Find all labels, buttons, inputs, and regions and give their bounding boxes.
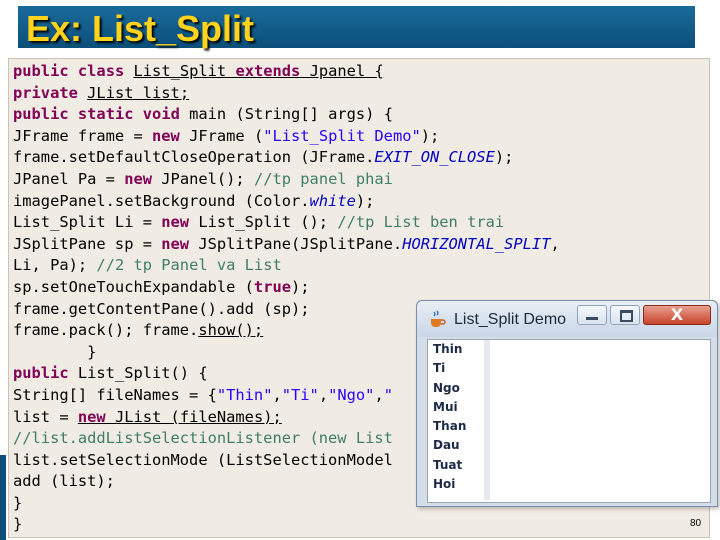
minimize-icon: [586, 317, 598, 320]
code-line-9: JSplitPane sp = new JSplitPane(JSplitPan…: [13, 234, 560, 253]
demo-split-pane: Thin Ti Ngo Mui Than Dau Tuat Hoi: [427, 339, 711, 503]
list-item[interactable]: Thin: [428, 340, 484, 359]
list-item[interactable]: Ngo: [428, 379, 484, 398]
code-line-10: Li, Pa); //2 tp Panel va List: [13, 256, 282, 275]
minimize-button[interactable]: [577, 305, 607, 325]
list-item[interactable]: Tuat: [428, 456, 484, 475]
code-line-1: public class List_Split extends Jpanel {: [13, 62, 384, 80]
code-line-18: //list.addListSelectionListener (new Lis…: [13, 429, 393, 448]
close-button[interactable]: X: [643, 305, 711, 325]
list-item[interactable]: Dau: [428, 436, 484, 455]
file-names-list[interactable]: Thin Ti Ngo Mui Than Dau Tuat Hoi: [428, 340, 490, 500]
list-item[interactable]: Mui: [428, 398, 484, 417]
demo-window-titlebar[interactable]: List_Split Demo X: [417, 301, 717, 337]
code-line-16: String[] fileNames = {"Thin","Ti","Ngo",…: [13, 385, 394, 404]
slide-title-bar: Ex: List_Split: [18, 6, 695, 49]
code-line-13: frame.pack(); frame.show();: [13, 321, 264, 340]
list-item[interactable]: Than: [428, 417, 484, 436]
code-line-20: add (list);: [13, 472, 115, 491]
slide-left-accent: [0, 455, 6, 540]
demo-window-title: List_Split Demo: [454, 311, 567, 328]
code-line-12: frame.getContentPane().add (sp);: [13, 299, 310, 318]
code-line-7: imagePanel.setBackground (Color.white);: [13, 191, 375, 210]
code-line-11: sp.setOneTouchExpandable (true);: [13, 277, 310, 296]
code-line-15: public List_Split() {: [13, 364, 208, 383]
maximize-button[interactable]: [610, 305, 640, 325]
maximize-icon: [620, 310, 633, 322]
code-line-2: private JList list;: [13, 83, 190, 102]
code-line-21: }: [13, 493, 23, 512]
java-cup-icon: [431, 310, 446, 327]
slide-title: Ex: List_Split: [26, 8, 255, 49]
page-number: 80: [690, 518, 702, 529]
code-line-14: }: [13, 342, 97, 361]
code-line-8: List_Split Li = new List_Split (); //tp …: [13, 213, 505, 232]
list-split-demo-window: List_Split Demo X Thin Ti Ngo Mui Than D…: [416, 300, 718, 507]
code-line-4: JFrame frame = new JFrame ("List_Split D…: [13, 126, 440, 145]
code-line-19: list.setSelectionMode (ListSelectionMode…: [13, 450, 393, 469]
code-line-22: }: [13, 515, 23, 534]
code-line-6: JPanel Pa = new JPanel(); //tp panel pha…: [13, 169, 393, 188]
code-line-3: public static void main (String[] args) …: [13, 105, 393, 124]
close-icon: X: [670, 305, 684, 324]
code-line-17: list = new JList (fileNames);: [13, 407, 282, 426]
code-line-5: frame.setDefaultCloseOperation (JFrame.E…: [13, 148, 514, 167]
list-item[interactable]: Ti: [428, 359, 484, 378]
list-item[interactable]: Hoi: [428, 475, 484, 494]
